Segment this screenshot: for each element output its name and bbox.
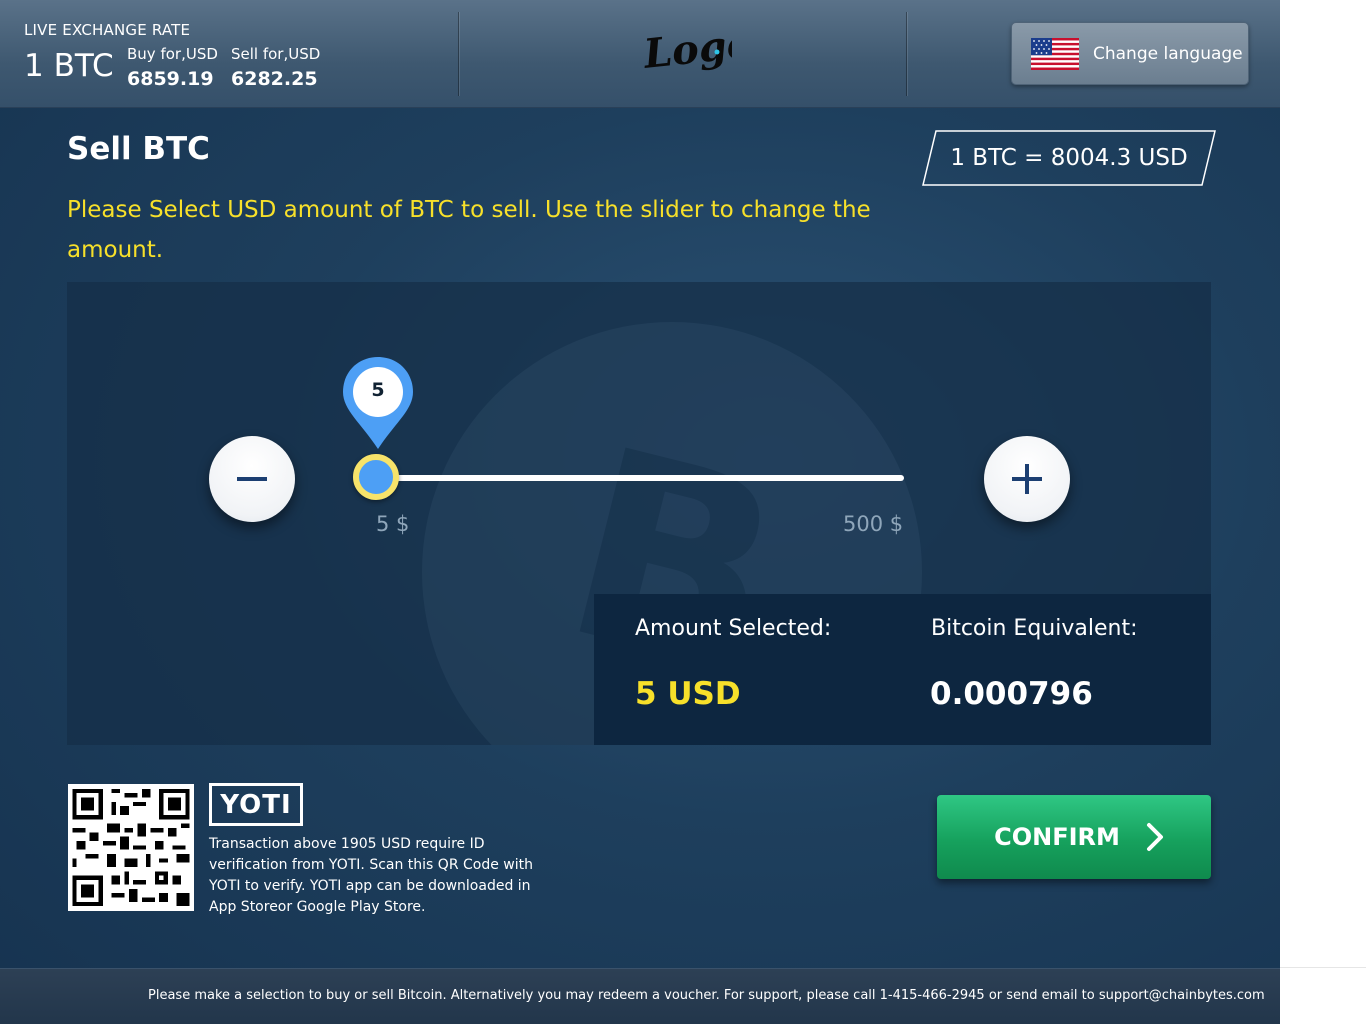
amount-selected-label: Amount Selected: — [635, 616, 832, 641]
slider-max-label: 500 $ — [843, 512, 904, 536]
confirm-button[interactable]: CONFIRM — [937, 795, 1211, 879]
buy-rate-label: Buy for,USD — [127, 45, 218, 63]
bitcoin-equivalent-value: 0.000796 — [930, 676, 1093, 712]
exchange-rate-heading: LIVE EXCHANGE RATE — [24, 21, 191, 39]
bitcoin-equivalent-label: Bitcoin Equivalent: — [931, 616, 1138, 641]
sell-rate-value: 6282.25 — [231, 68, 318, 90]
sell-rate-label: Sell for,USD — [231, 45, 321, 63]
sell-rate: Sell for,USD 6282.25 — [231, 45, 320, 90]
chevron-right-icon — [1146, 823, 1163, 851]
yoti-logo-text: YOTI — [220, 789, 292, 820]
confirm-label: CONFIRM — [994, 823, 1120, 851]
change-language-button[interactable]: Change language — [1011, 22, 1249, 85]
slider-track[interactable] — [374, 475, 904, 481]
us-flag-icon — [1031, 37, 1079, 70]
decrement-button[interactable] — [209, 436, 295, 522]
selection-summary: Amount Selected: Bitcoin Equivalent: 5 U… — [594, 594, 1211, 745]
logo-text: Logo — [642, 20, 732, 78]
amount-selected-value: 5 USD — [635, 676, 741, 712]
slider-value-pin — [343, 357, 413, 449]
header-divider — [458, 12, 459, 96]
header-divider — [906, 12, 907, 96]
amount-selector-panel: B 5 5 $ 500 $ Amount Selected: Bitcoin E… — [67, 282, 1211, 745]
footer-support-text: Please make a selection to buy or sell B… — [148, 988, 1265, 1003]
yoti-logo: YOTI — [209, 783, 303, 826]
instruction-text: Please Select USD amount of BTC to sell.… — [67, 197, 871, 263]
slider-value-label: 5 — [371, 379, 385, 401]
yoti-verification-text: Transaction above 1905 USD require ID ve… — [209, 836, 533, 915]
slider-handle[interactable] — [353, 454, 399, 500]
buy-rate: Buy for,USD 6859.19 — [127, 45, 218, 90]
page-title: Sell BTC — [67, 131, 210, 167]
plus-icon — [1012, 464, 1042, 494]
header-bar: LIVE EXCHANGE RATE 1 BTC Buy for,USD 685… — [0, 0, 1280, 108]
current-rate-box: 1 BTC = 8004.3 USD — [922, 130, 1216, 186]
change-language-label: Change language — [1093, 43, 1243, 64]
increment-button[interactable] — [984, 436, 1070, 522]
right-edge-divider — [1280, 967, 1366, 968]
slider-min-label: 5 $ — [376, 512, 410, 536]
qr-code-icon — [68, 784, 194, 911]
kiosk-screen: LIVE EXCHANGE RATE 1 BTC Buy for,USD 685… — [0, 0, 1280, 1024]
current-rate-value: 1 BTC = 8004.3 USD — [950, 145, 1188, 171]
minus-icon — [237, 477, 267, 481]
btc-unit: 1 BTC — [24, 48, 114, 84]
buy-rate-value: 6859.19 — [127, 68, 214, 90]
footer-bar: Please make a selection to buy or sell B… — [0, 968, 1280, 1024]
logo: Logo — [642, 20, 732, 78]
